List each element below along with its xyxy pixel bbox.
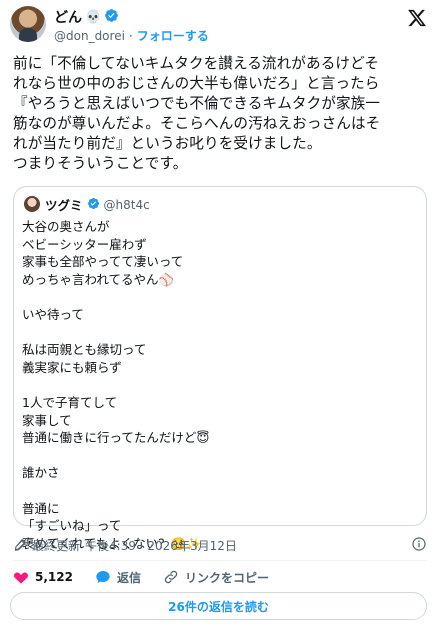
quote-author-avatar (24, 196, 40, 212)
separator-dot: · (128, 28, 133, 43)
verified-badge-icon (104, 8, 119, 27)
quote-author-name: ツグミ (45, 198, 83, 213)
edit-label[interactable]: 最終更新 (32, 537, 80, 554)
quote-author-row: ツグミ @h8t4c (45, 195, 150, 214)
tweet-card: どん 💀 @don_dorei · フォローする 前に「不倫してないキムタクを讃… (0, 0, 439, 640)
author-display-name[interactable]: どん (54, 7, 82, 27)
reply-label: 返信 (116, 570, 141, 585)
tweet-meta: 最終更新 午後4:39 · 2026年3月12日 (13, 535, 427, 555)
like-button[interactable]: 5,122 (13, 569, 73, 585)
link-icon (163, 569, 179, 585)
author-handle[interactable]: @don_dorei (54, 29, 125, 43)
quoted-tweet[interactable]: ツグミ @h8t4c 大谷の奥さんが ベビーシッター雇わず 家事も全部やってて凄… (13, 186, 427, 551)
tweet-header: どん 💀 @don_dorei · フォローする (8, 4, 431, 48)
info-icon[interactable] (411, 536, 427, 552)
copy-link-label: リンクをコピー (184, 570, 269, 585)
author-avatar[interactable] (10, 6, 46, 42)
verified-badge-icon (87, 197, 100, 213)
heart-icon (13, 569, 29, 585)
divider (13, 560, 427, 561)
timestamp[interactable]: 午後4:39 · 2026年3月12日 (85, 537, 237, 554)
author-name-row: どん 💀 (54, 7, 119, 27)
reply-button[interactable]: 返信 (95, 569, 141, 586)
edit-history-icon[interactable] (13, 538, 27, 552)
x-logo-icon[interactable] (407, 8, 427, 28)
action-bar: 5,122 返信 リンクをコピー (13, 567, 427, 587)
skull-emoji: 💀 (85, 9, 102, 25)
author-handle-row: @don_dorei · フォローする (54, 27, 209, 44)
like-count: 5,122 (35, 570, 73, 584)
follow-button[interactable]: フォローする (137, 27, 209, 44)
tweet-text: 前に「不倫してないキムタクを讃える流れがあるけどそ れなら世の中のおじさんの大半… (13, 55, 381, 172)
quote-author-handle: @h8t4c (103, 197, 150, 212)
quote-text: 大谷の奥さんが ベビーシッター雇わず 家事も全部やってて凄いって めっちゃ言われ… (22, 219, 210, 551)
read-replies-button[interactable]: 26件の返信を読む (10, 592, 427, 620)
reply-icon (95, 569, 111, 585)
copy-link-button[interactable]: リンクをコピー (163, 569, 269, 586)
